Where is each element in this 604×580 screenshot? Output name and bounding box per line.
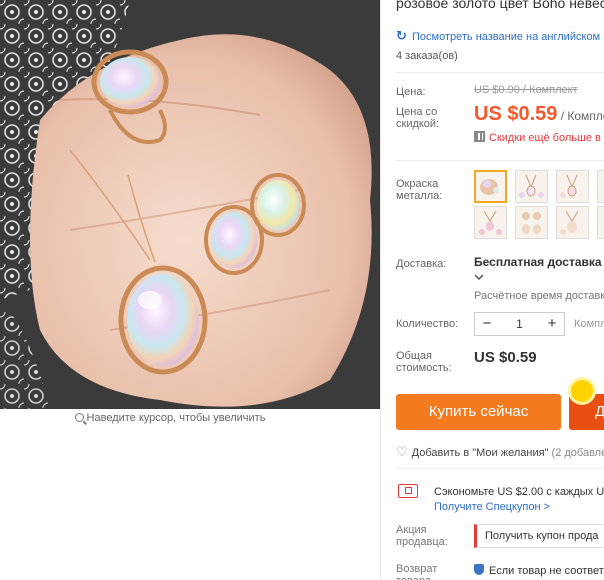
color-swatch-6[interactable] [515, 206, 548, 239]
translate-link-text: Посмотреть название на английском [412, 31, 601, 43]
color-swatch-4[interactable] [597, 170, 604, 203]
heart-icon: ♡ [396, 444, 408, 459]
discount-price-label: Цена со скидкой: [396, 106, 440, 130]
color-swatch-8[interactable] [597, 206, 604, 239]
price-unit: / Комплект [560, 109, 604, 123]
color-swatch-2[interactable] [515, 170, 548, 203]
shipping-method[interactable]: Бесплатная доставка в [474, 255, 604, 269]
more-discounts-text: Скидки ещё больше в [489, 132, 601, 144]
original-price: US $0.90 / Комплект [474, 84, 578, 96]
shield-icon [474, 564, 484, 575]
translate-icon: ↻ [396, 28, 407, 43]
color-swatch-1[interactable] [474, 170, 507, 203]
buy-now-button[interactable]: Купить сейчас [396, 394, 561, 430]
chevron-down-icon[interactable] [474, 272, 484, 282]
magnifier-icon [74, 413, 84, 422]
seller-promo-label: Акция продавца: [396, 524, 448, 548]
discount-price: US $0.59 / Комплект [474, 103, 604, 126]
quantity-unit-note: Компл [574, 318, 604, 330]
add-to-wishlist-link[interactable]: ♡ Добавить в "Мои желания" (2 добавле [396, 444, 604, 460]
total-cost-label: Общая стоимость: [396, 350, 452, 374]
returns-policy: Если товар не соответ [474, 564, 604, 577]
jewelry-photo [0, 0, 380, 409]
qr-code-icon [474, 131, 485, 142]
color-swatch-7[interactable] [556, 206, 589, 239]
product-main-image[interactable] [0, 0, 380, 409]
color-swatch-5[interactable] [474, 206, 507, 239]
coupon-icon [398, 484, 418, 498]
quantity-label: Количество: [396, 318, 459, 330]
wishlist-label: Добавить в "Мои желания" [411, 447, 549, 459]
more-discounts-link[interactable]: Скидки ещё больше в [474, 131, 601, 144]
returns-text: Если товар не соответ [489, 565, 604, 577]
coin-badge-icon [571, 380, 593, 402]
color-swatch-3[interactable] [556, 170, 589, 203]
translate-title-link[interactable]: ↻ Посмотреть название на английском [396, 28, 600, 44]
product-page: Наведите курсор, чтобы увеличить розовое… [0, 0, 604, 580]
get-coupon-link[interactable]: Получите Спецкупон > [434, 501, 550, 513]
zoom-hint: Наведите курсор, чтобы увеличить [0, 412, 340, 424]
orders-count: 4 заказа(ов) [396, 50, 458, 62]
discount-price-value: US $0.59 [474, 103, 558, 125]
divider [396, 160, 604, 161]
delivery-estimate: Расчётное время доставки [474, 290, 604, 302]
price-label: Цена: [396, 86, 426, 98]
zoom-hint-text: Наведите курсор, чтобы увеличить [86, 412, 266, 424]
decrease-quantity-button[interactable]: − [475, 313, 499, 335]
wishlist-count: (2 добавле [551, 447, 604, 459]
divider [396, 468, 604, 469]
coupon-savings: Сэкономьте US $2.00 с каждых US [434, 486, 604, 498]
quantity-input[interactable]: 1 [499, 317, 540, 331]
quantity-stepper: − 1 + [474, 312, 565, 336]
returns-label: Возврат товара [396, 563, 438, 580]
product-gallery: Наведите курсор, чтобы увеличить [0, 0, 380, 432]
product-title: розовое золото цвет Boho невес [396, 0, 604, 11]
divider [396, 72, 604, 73]
increase-quantity-button[interactable]: + [540, 313, 564, 335]
product-details: розовое золото цвет Boho невес ↻ Посмотре… [380, 0, 604, 580]
coupon-box: Сэкономьте US $2.00 с каждых US Получите… [396, 476, 604, 520]
get-seller-coupon-button[interactable]: Получить купон прода [474, 524, 604, 548]
total-cost: US $0.59 [474, 349, 537, 366]
shipping-label: Доставка: [396, 258, 447, 270]
metal-color-label: Окраска металла: [396, 178, 443, 202]
